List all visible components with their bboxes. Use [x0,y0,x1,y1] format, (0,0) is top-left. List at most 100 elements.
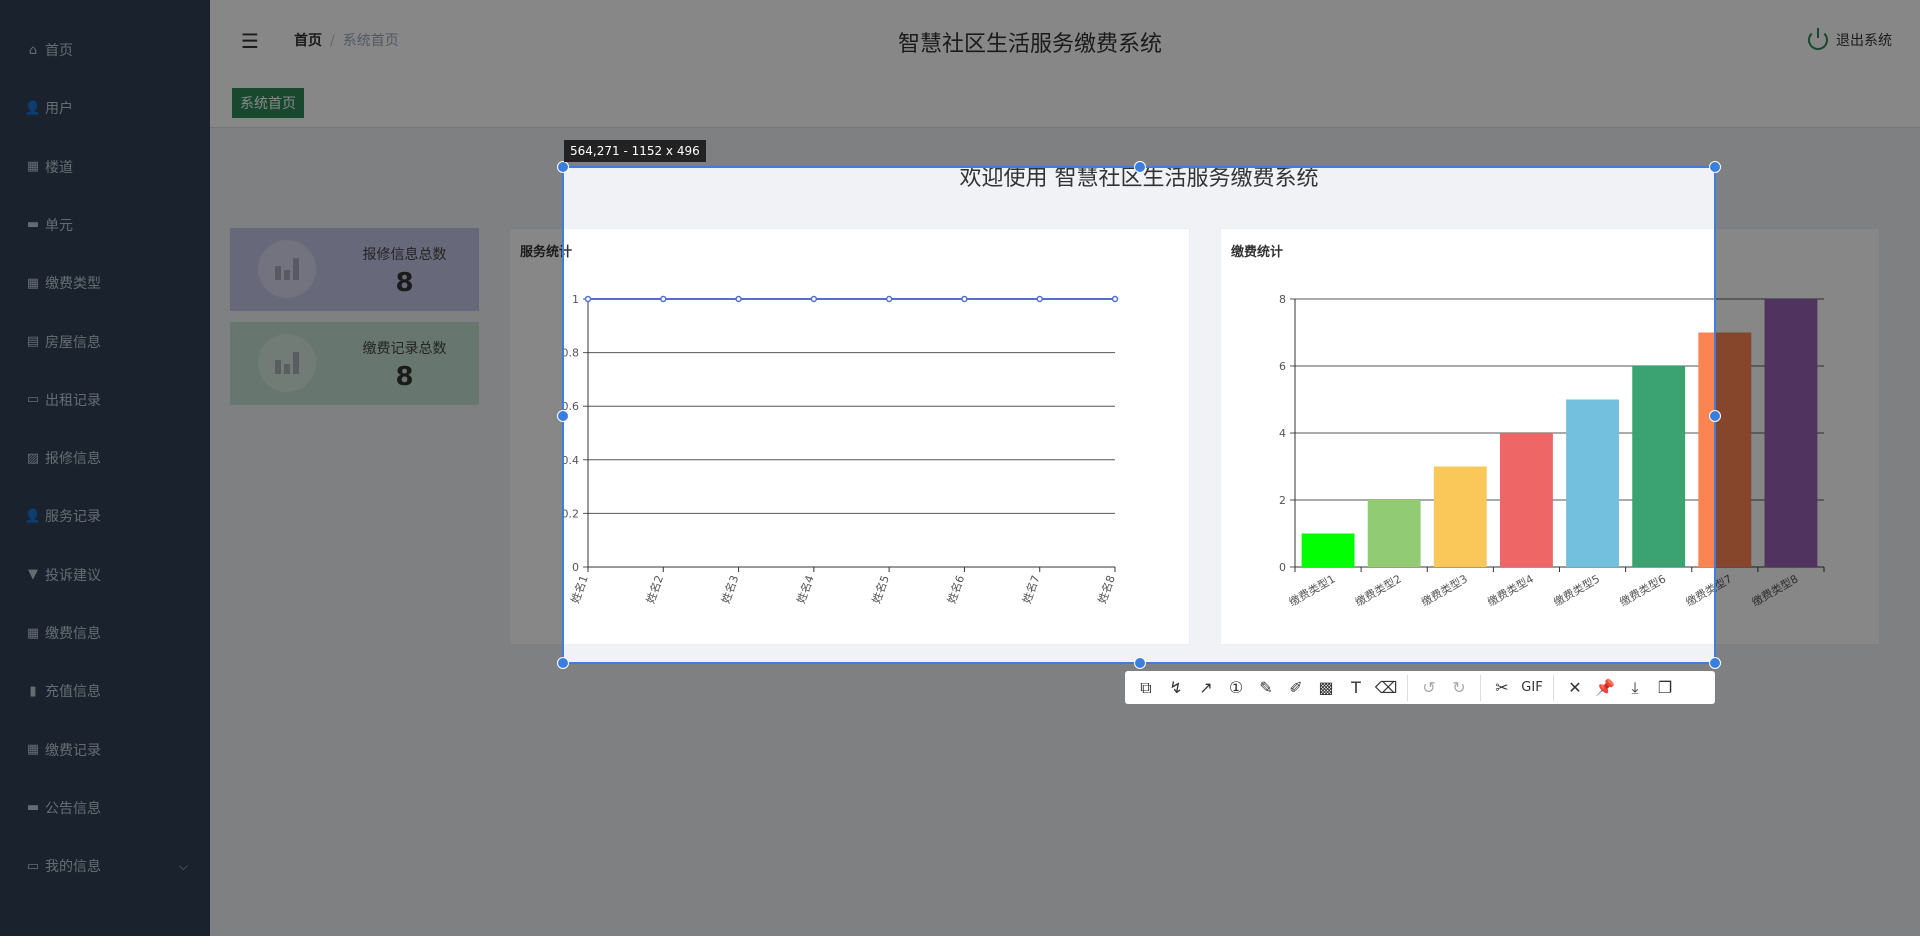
data-point [1036,295,1043,303]
sidebar-item-label: 单元 [45,217,73,234]
copy-icon: ❐ [1657,678,1673,697]
scissors-button[interactable]: ✂ [1487,673,1517,703]
printer-icon: ▭ [26,392,40,408]
undo-button[interactable]: ↺ [1414,673,1444,703]
data-point [735,295,742,303]
resize-handle[interactable] [1134,657,1146,669]
power-icon [1808,28,1828,50]
tab-home[interactable]: 系统首页 [232,88,304,118]
resize-handle[interactable] [1709,657,1721,669]
y-tick-label: 8 [1279,293,1286,306]
eraser-icon: ⌫ [1374,678,1398,697]
x-tick-label: 姓名1 [568,573,591,605]
gif-button[interactable]: GIF [1517,673,1547,703]
sidebar-item[interactable]: ▭ 出租记录 [0,380,210,420]
grid-icon: ▦ [26,159,40,175]
pencil-button[interactable]: ✎ [1251,673,1281,703]
download-button[interactable]: ⤓ [1620,673,1650,703]
toolbar-divider [1553,674,1554,701]
sidebar-item[interactable]: ▨ 报修信息 [0,438,210,478]
sidebar-item[interactable]: ▬ 单元 [0,205,210,245]
x-tick-label: 缴费类型7 [1683,571,1734,609]
highlighter-button[interactable]: ✐ [1281,673,1311,703]
y-tick-label: 0.2 [562,507,580,520]
data-point [810,295,818,303]
sidebar-item[interactable]: ▭ 我的信息 ⌵ [0,846,210,886]
x-tick-label: 缴费类型6 [1617,571,1668,609]
text-icon: T [1351,678,1361,697]
text-button[interactable]: T [1341,673,1371,703]
y-tick-label: 0.4 [562,454,580,467]
sidebar-item-label: 公告信息 [45,800,101,817]
stat-card-repairs: 报修信息总数 8 [230,228,479,311]
copy-button[interactable]: ❐ [1650,673,1680,703]
sidebar-item[interactable]: ▤ 房屋信息 [0,322,210,362]
close-icon: ✕ [1568,678,1582,697]
arrow-button[interactable]: ↗ [1191,673,1221,703]
x-tick-label: 姓名2 [643,573,666,605]
payment-chart-card: 缴费统计 0 2 4 6 8 缴费类型1 缴费类型2 缴费类型3 缴费类型4 缴费类型5 缴费类型6… [1220,228,1880,645]
stat-label: 报修信息总数 [362,247,447,263]
mosaic-icon: ▩ [1318,678,1334,697]
data-point [584,295,592,303]
briefcase-icon: ▬ [26,217,40,233]
sidebar-item[interactable]: ▬ 公告信息 [0,788,210,828]
sidebar-item[interactable]: 👤 用户 [0,88,210,128]
x-tick-label: 缴费类型3 [1419,571,1470,609]
sidebar-item[interactable]: ▦ 缴费类型 [0,263,210,303]
stat-value: 8 [395,362,414,392]
x-tick-label: 姓名8 [1095,573,1118,605]
y-tick-label: 0 [1279,561,1286,574]
sidebar-item[interactable]: ⌂ 首页 [0,30,210,70]
y-tick-label: 6 [1279,360,1286,373]
stat-label: 缴费记录总数 [362,341,447,357]
eraser-button[interactable]: ⌫ [1371,673,1401,703]
polyline-button[interactable]: ↯ [1161,673,1191,703]
shape-icon: ⧉ [1140,677,1152,697]
resize-handle[interactable] [557,657,569,669]
chart-icon: ▨ [26,450,40,466]
redo-button[interactable]: ↻ [1444,673,1474,703]
pin-icon: ▼ [28,567,38,583]
polyline-icon: ↯ [1169,678,1183,697]
sidebar-item[interactable]: ▦ 楼道 [0,147,210,187]
bar-chart: 0 2 4 6 8 缴费类型1 缴费类型2 缴费类型3 缴费类型4 缴费类型5 缴费类型6 缴费类型7… [1279,293,1825,609]
number-marker-icon: ① [1228,678,1244,697]
toolbar-divider [1480,674,1481,701]
x-tick-label: 姓名4 [794,573,817,605]
redo-icon: ↻ [1452,678,1466,697]
grid-icon: ▦ [26,625,40,641]
sidebar-item-label: 房屋信息 [45,334,101,351]
arrow-icon: ↗ [1199,678,1213,697]
pin-button[interactable]: 📌 [1590,673,1620,703]
bar-chart-icon [258,240,316,298]
sidebar-item[interactable]: ▼ 投诉建议 [0,555,210,595]
sidebar-item[interactable]: ▮ 充值信息 [0,671,210,711]
clipboard-icon: ▤ [26,334,40,349]
grid-icon: ▦ [26,742,40,758]
sidebar-item-label: 缴费信息 [45,626,101,642]
service-chart-card: 服务统计 0 0.2 0.4 0.6 0.8 1 姓名1 姓名2 姓名3 姓名4 姓名5 姓名6 姓名7… [509,228,1190,645]
bar-chart-icon [258,334,316,392]
sidebar-item-label: 投诉建议 [45,567,101,584]
logout-label: 退出系统 [1836,33,1892,49]
sidebar-item[interactable]: ▦ 缴费记录 [0,730,210,770]
x-tick-label: 缴费类型8 [1749,571,1800,609]
system-title: 智慧社区生活服务缴费系统 [897,32,1162,57]
data-point [961,295,968,303]
bar-chart-icon: ▮ [29,683,37,699]
bar [1367,500,1421,567]
sidebar-item[interactable]: 👤 服务记录 [0,496,210,536]
mosaic-button[interactable]: ▩ [1311,673,1341,703]
logout-button[interactable]: 退出系统 [1808,28,1892,50]
user-icon: 👤 [24,100,42,116]
sidebar-item-label: 报修信息 [45,451,101,468]
close-button[interactable]: ✕ [1560,673,1590,703]
sidebar-item-label: 缴费记录 [45,742,101,759]
number-marker-button[interactable]: ① [1221,673,1251,703]
shape-button[interactable]: ⧉ [1131,673,1161,703]
card-icon: ▭ [26,858,40,874]
sidebar-item-label: 用户 [45,101,73,118]
sidebar-item-label: 充值信息 [45,684,101,701]
sidebar-item[interactable]: ▦ 缴费信息 [0,613,210,653]
